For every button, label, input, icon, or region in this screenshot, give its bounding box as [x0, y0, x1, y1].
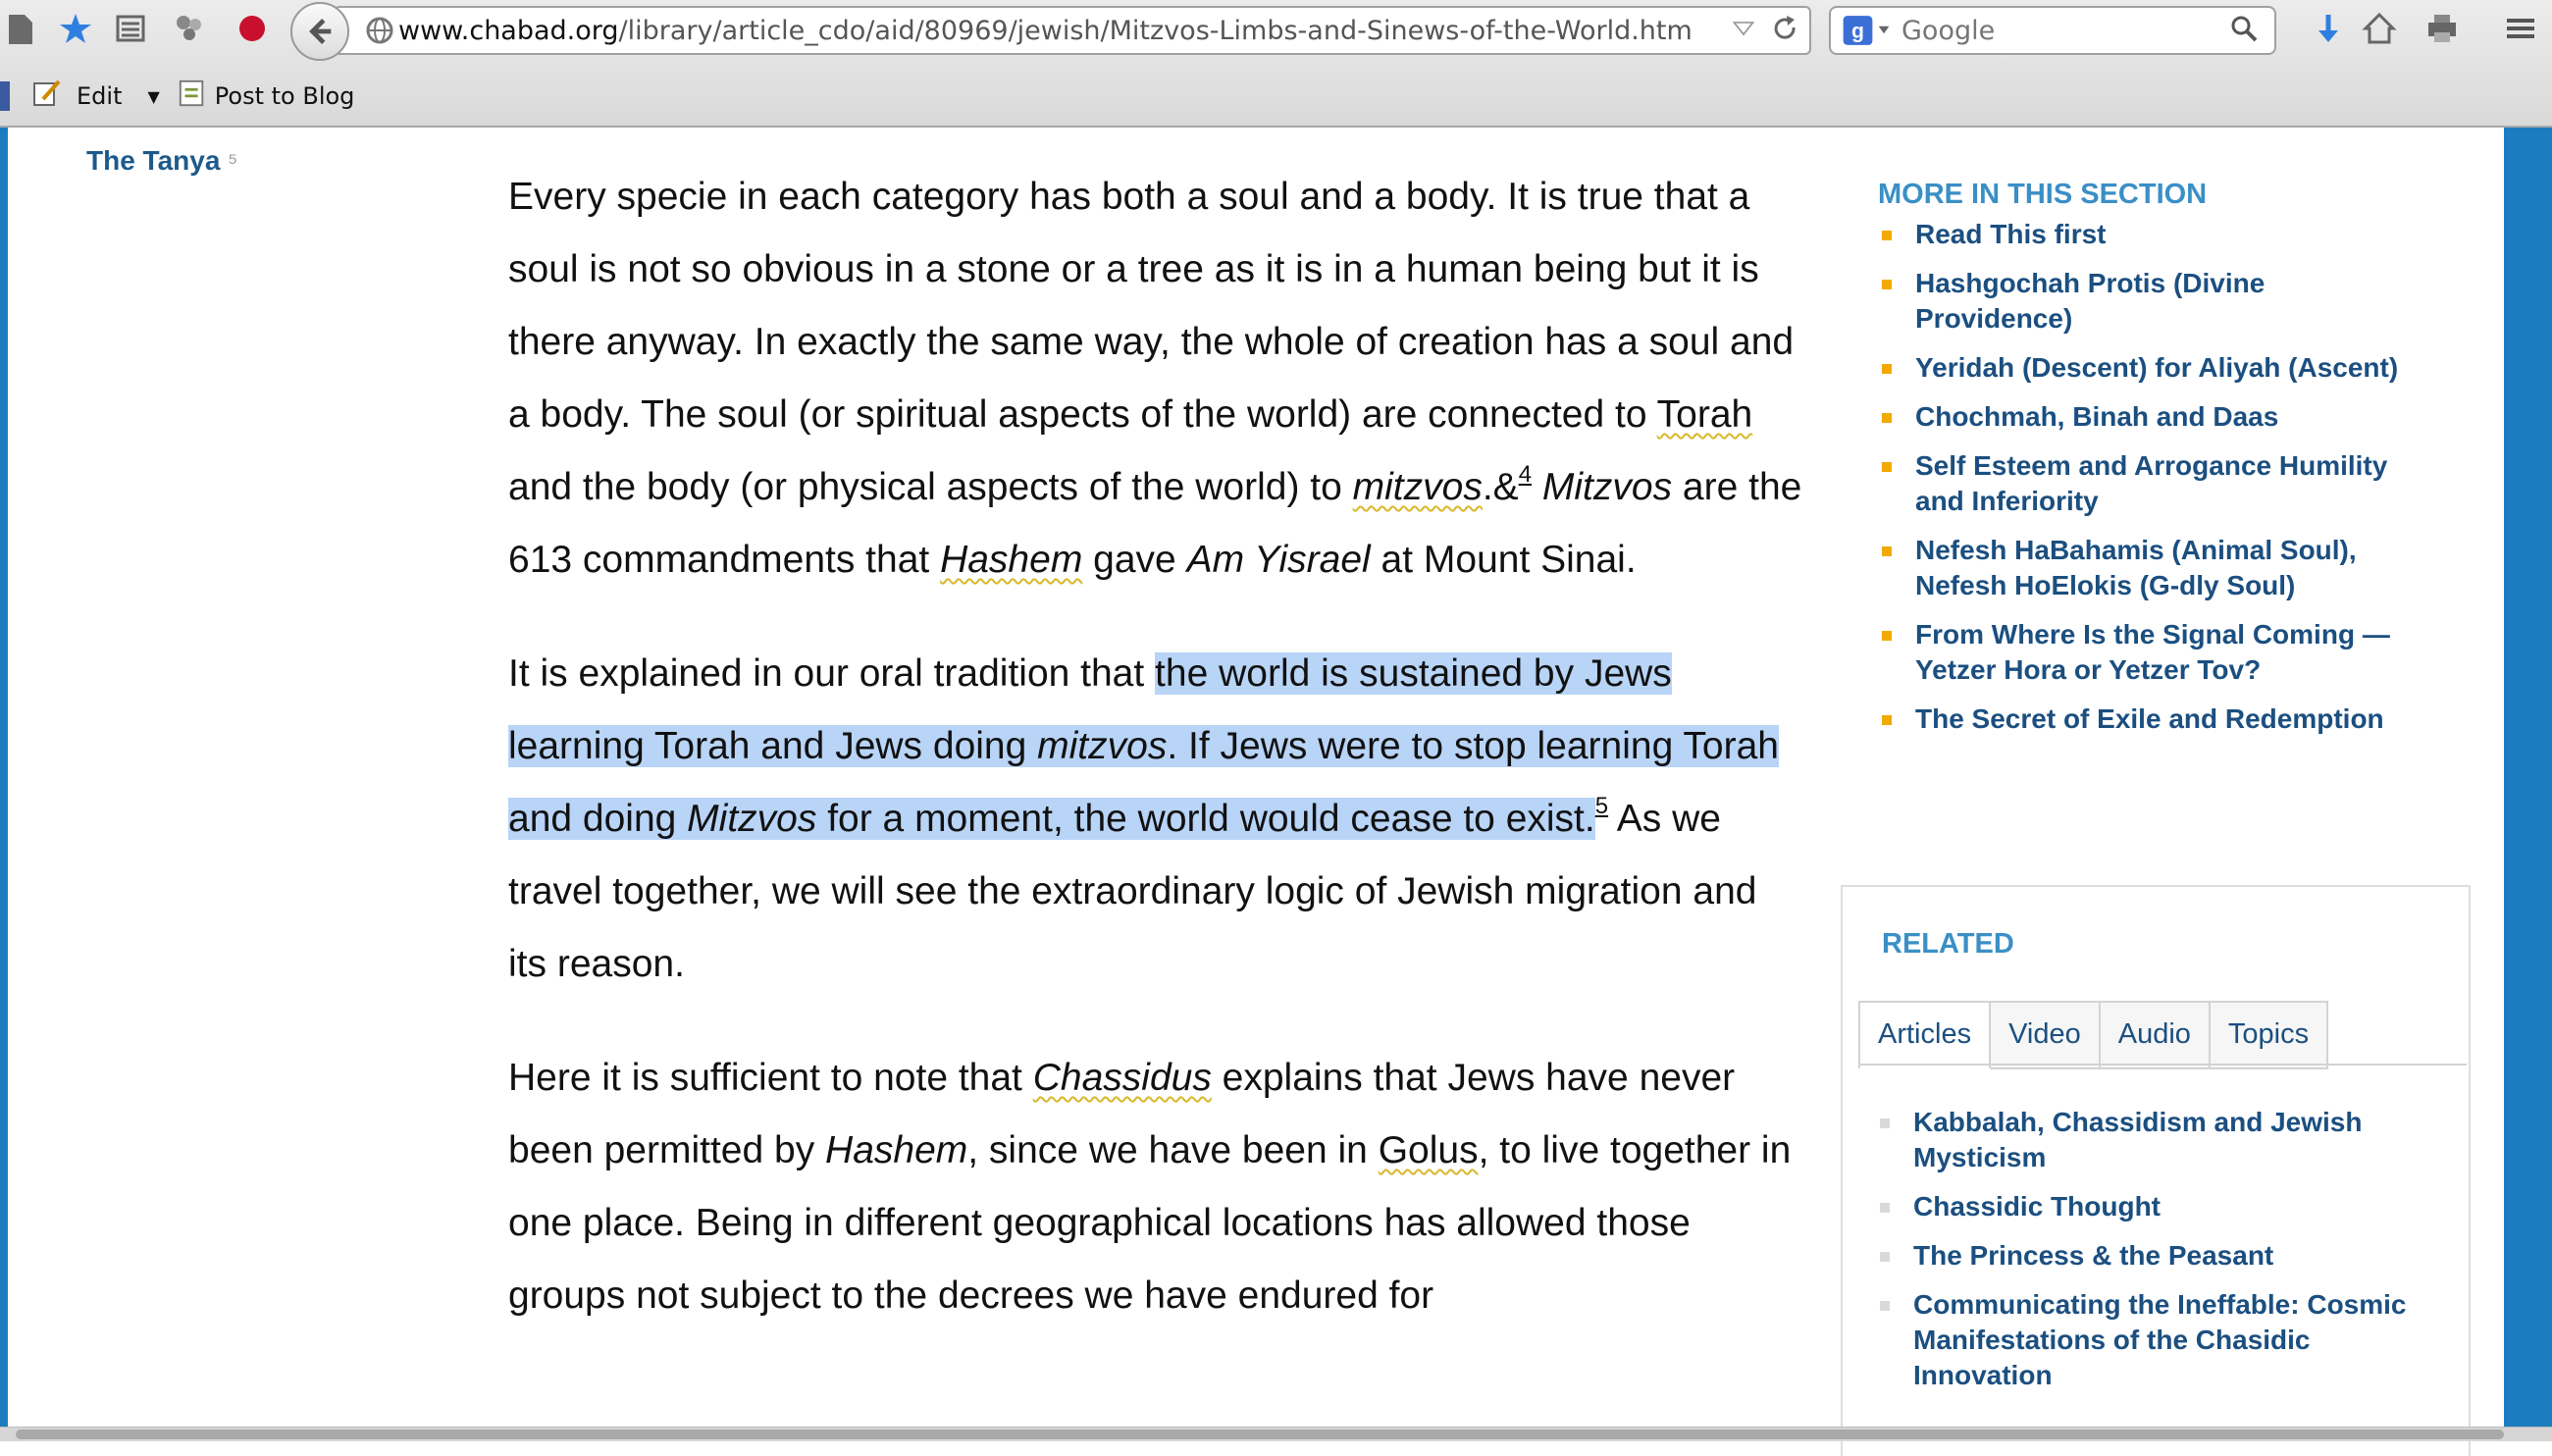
list-item[interactable]: Chochmah, Binah and Daas: [1878, 399, 2427, 435]
bookmarks-bar: Edit ▼ Post to Blog: [0, 71, 354, 122]
search-icon[interactable]: [2229, 14, 2259, 48]
footnote-5-link[interactable]: 5: [1595, 793, 1608, 819]
browser-toolbar: www.chabad.org/library/article_cdo/aid/8…: [0, 0, 2552, 128]
paragraph-3: Here it is sufficient to note that Chass…: [508, 1057, 1792, 1317]
tanya-link-label[interactable]: The Tanya: [86, 145, 220, 176]
related-heading: RELATED: [1882, 928, 2014, 960]
bookmarks-list-icon[interactable]: [110, 8, 151, 49]
addons-icon[interactable]: [169, 8, 210, 49]
menu-icon[interactable]: [2500, 8, 2541, 49]
mitzvos-link[interactable]: mitzvos: [1353, 466, 1483, 508]
list-item[interactable]: Chassidic Thought: [1876, 1189, 2445, 1224]
list-item[interactable]: From Where Is the Signal Coming — Yetzer…: [1878, 617, 2427, 688]
tanya-link[interactable]: The Tanya ⁵: [86, 145, 237, 177]
tab-articles[interactable]: Articles: [1858, 1001, 1992, 1069]
tab-video[interactable]: Video: [1991, 1001, 2101, 1069]
list-item[interactable]: Nefesh HaBahamis (Animal Soul), Nefesh H…: [1878, 533, 2427, 603]
page-left-border: [0, 128, 8, 1440]
related-tabs: Articles Video Audio Topics: [1858, 1001, 2329, 1069]
page-right-border: [2504, 128, 2552, 1440]
related-panel: RELATED Articles Video Audio Topics Kabb…: [1841, 885, 2471, 1456]
footnote-4-link[interactable]: 4: [1519, 461, 1532, 488]
list-item[interactable]: Read This first: [1878, 217, 2427, 252]
back-arrow-icon: [309, 18, 332, 45]
back-button[interactable]: [290, 2, 349, 61]
scrollbar-thumb[interactable]: [16, 1430, 2504, 1439]
list-item[interactable]: Hashgochah Protis (Divine Providence): [1878, 266, 2427, 337]
print-icon[interactable]: [2422, 8, 2463, 49]
download-icon[interactable]: [2308, 8, 2349, 49]
list-item[interactable]: The Secret of Exile and Redemption: [1878, 702, 2427, 737]
svg-text:g: g: [1851, 19, 1864, 42]
article-body: Every specie in each category has both a…: [508, 161, 1803, 1374]
chassidus-link[interactable]: Chassidus: [1033, 1057, 1212, 1099]
paragraph-2: It is explained in our oral tradition th…: [508, 652, 1779, 985]
list-item[interactable]: The Princess & the Peasant: [1876, 1238, 2445, 1274]
more-heading: MORE IN THIS SECTION: [1878, 179, 2208, 210]
list-item[interactable]: Yeridah (Descent) for Aliyah (Ascent): [1878, 350, 2427, 386]
dropdown-icon[interactable]: [1731, 16, 1756, 46]
blog-icon[interactable]: [178, 78, 207, 114]
edit-dropdown-icon[interactable]: ▼: [147, 87, 159, 106]
list-item[interactable]: Kabbalah, Chassidism and Jewish Mysticis…: [1876, 1105, 2445, 1175]
tab-topics[interactable]: Topics: [2210, 1001, 2329, 1069]
search-box[interactable]: g: [1829, 6, 2276, 55]
hashem-link[interactable]: Hashem: [940, 539, 1082, 581]
home-icon[interactable]: [2359, 8, 2400, 49]
edit-icon[interactable]: [31, 78, 63, 115]
list-item[interactable]: Self Esteem and Arrogance Humility and I…: [1878, 448, 2427, 519]
record-icon[interactable]: [232, 8, 273, 49]
horizontal-scrollbar[interactable]: [0, 1427, 2552, 1441]
tab-audio[interactable]: Audio: [2100, 1001, 2211, 1069]
page-icon[interactable]: [0, 8, 41, 49]
paragraph-1: Every specie in each category has both a…: [508, 176, 1802, 581]
torah-link[interactable]: Torah: [1657, 393, 1753, 436]
bookmark-star-icon[interactable]: [55, 8, 96, 49]
post-to-blog-button[interactable]: Post to Blog: [215, 82, 355, 110]
facebook-icon[interactable]: [0, 81, 10, 111]
golus-link[interactable]: Golus: [1379, 1129, 1479, 1171]
url-text: www.chabad.org/library/article_cdo/aid/8…: [398, 15, 1693, 46]
google-search-engine-icon[interactable]: g: [1839, 14, 1894, 52]
more-in-this-section: MORE IN THIS SECTION Read This first Has…: [1878, 179, 2427, 751]
edit-button[interactable]: Edit: [77, 82, 122, 110]
list-item[interactable]: Communicating the Ineffable: Cosmic Mani…: [1876, 1287, 2445, 1393]
related-list: Kabbalah, Chassidism and Jewish Mysticis…: [1876, 1105, 2445, 1407]
search-input[interactable]: [1900, 14, 2198, 47]
globe-icon: [365, 16, 394, 50]
reload-icon[interactable]: [1770, 14, 1799, 48]
external-link-icon: ⁵: [228, 149, 238, 176]
tabs-divider: [1858, 1064, 2467, 1066]
url-bar[interactable]: www.chabad.org/library/article_cdo/aid/8…: [334, 6, 1811, 55]
more-list: Read This first Hashgochah Protis (Divin…: [1878, 217, 2427, 737]
